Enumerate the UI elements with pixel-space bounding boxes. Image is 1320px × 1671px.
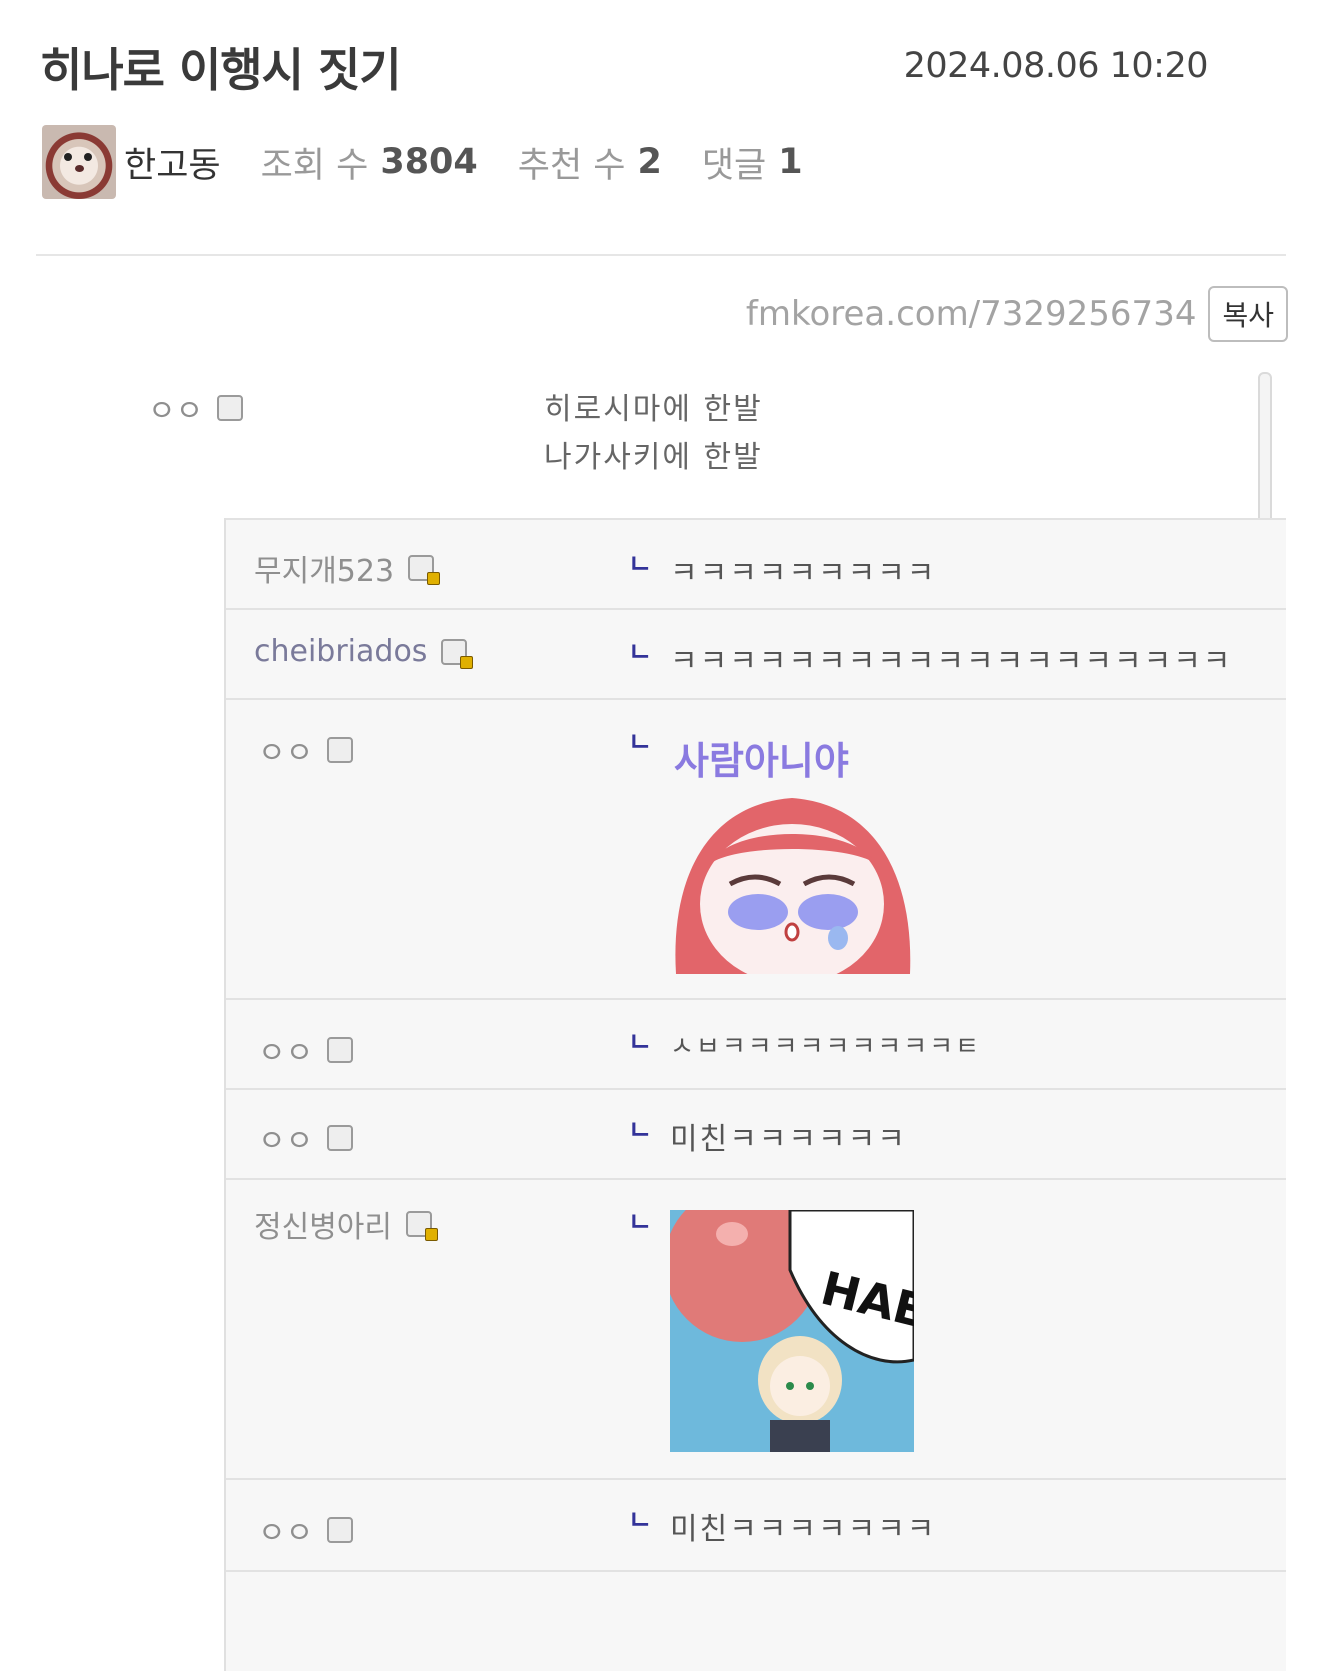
post-meta: 한고동 조회 수 3804 추천 수 2 댓글 1 [42,124,843,200]
user-icon [327,737,354,763]
reply-item: ㅇㅇ ㄴ 미친ㅋㅋㅋㅋㅋㅋㅋ [226,1480,1286,1568]
post-title: 히나로 이행시 짓기 [40,43,402,97]
reply-text: ㅋㅋㅋㅋㅋㅋㅋㅋㅋㅋㅋㅋㅋㅋㅋㅋㅋㅋㅋ [670,644,1233,679]
author-name[interactable]: 한고동 [124,137,221,188]
reply-arrow-icon: ㄴ [628,728,652,758]
reply-item: cheibriados ㄴ ㅋㅋㅋㅋㅋㅋㅋㅋㅋㅋㅋㅋㅋㅋㅋㅋㅋㅋㅋ [226,610,1286,698]
reply-text: 미친ㅋㅋㅋㅋㅋㅋㅋ [670,1512,937,1547]
post-datetime: 2024.08.06 10:20 [903,46,1209,86]
embedded-comment-screenshot: ㅇㅇ 히로시마에 한발 나가사키에 한발 무지개523 ㄴ ㅋㅋㅋㅋㅋㅋㅋㅋㅋ … [146,372,1286,1671]
reply-text: 미친ㅋㅋㅋㅋㅋㅋ [670,1122,907,1157]
sticker-caption: 사람아니야 [674,739,849,783]
reply-nick: ㅇㅇ [258,1028,354,1072]
views-count: 3804 [380,142,478,182]
reply-arrow-icon: ㄴ [628,1116,652,1146]
op-line-1: 히로시마에 한발 [544,392,763,427]
reply-arrow-icon: ㄴ [628,1208,652,1238]
user-icon [327,1037,354,1063]
reply-arrow-icon: ㄴ [628,1028,652,1058]
sticker-art: 사람아니야 [674,739,911,974]
reply-item: ㅇㅇ ㄴ 사람아니야 [226,700,1286,998]
header-divider [36,254,1286,256]
user-icon [327,1125,354,1151]
sticker-art: HAE [670,1210,914,1452]
reply-arrow-icon: ㄴ [628,550,652,580]
reply-nick: 무지개523 [254,546,441,590]
member-icon [406,1211,438,1241]
member-icon [441,638,474,669]
reply-nick: ㅇㅇ [258,728,354,772]
reply-item: 정신병아리 ㄴ HAE [226,1180,1286,1478]
reply-arrow-icon: ㄴ [628,1506,652,1536]
user-icon [327,1517,354,1543]
reply-item: ㅇㅇ ㄴ 미친ㅋㅋㅋㅋㅋㅋ [226,1090,1286,1178]
reply-nick: 정신병아리 [254,1202,438,1246]
reply-nick: ㅇㅇ [258,1116,354,1160]
reply-text: ㅅㅂㅋㅋㅋㅋㅋㅋㅋㅋㅋㅌ [670,1032,982,1062]
post-url[interactable]: fmkorea.com/7329256734 [746,294,1197,334]
reply-text: ㅋㅋㅋㅋㅋㅋㅋㅋㅋ [670,556,937,591]
author-avatar[interactable] [42,125,116,199]
comments-label: 댓글 [701,145,767,186]
views-label: 조회 수 [260,145,369,186]
likes-label: 추천 수 [517,145,626,186]
copy-url-button[interactable]: 복사 [1208,286,1288,342]
comments-count[interactable]: 1 [778,142,802,182]
reply-arrow-icon: ㄴ [628,638,652,668]
op-line-2: 나가사키에 한발 [544,440,763,475]
reply-item: ㅇㅇ ㄴ ㅅㅂㅋㅋㅋㅋㅋㅋㅋㅋㅋㅌ [226,1000,1286,1088]
divider [226,1570,1286,1572]
likes-count: 2 [637,142,662,182]
reply-nick: cheibriados [254,634,474,669]
post-url-row: fmkorea.com/7329256734 복사 [746,286,1288,342]
reply-nick: ㅇㅇ [258,1508,354,1552]
reply-item: 무지개523 ㄴ ㅋㅋㅋㅋㅋㅋㅋㅋㅋ [226,520,1286,608]
reply-list: 무지개523 ㄴ ㅋㅋㅋㅋㅋㅋㅋㅋㅋ cheibriados ㄴ ㅋㅋㅋㅋㅋㅋㅋ… [224,518,1286,1671]
user-icon [217,395,244,421]
crying-character-sticker: 사람아니야 [670,734,914,974]
op-nick: ㅇㅇ [148,386,244,430]
hae-balloon-sticker: HAE [670,1210,914,1452]
member-icon [408,555,441,585]
